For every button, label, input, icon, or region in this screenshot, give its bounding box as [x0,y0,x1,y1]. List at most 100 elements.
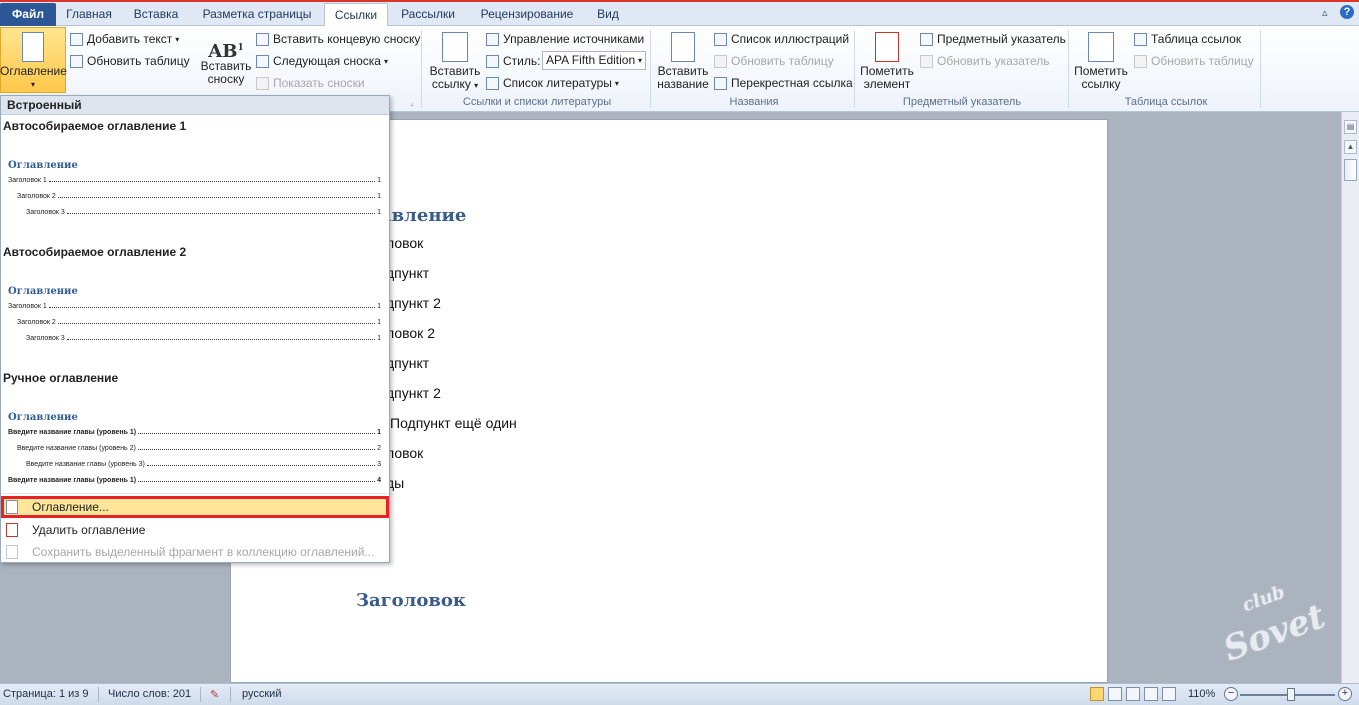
manage-sources-label: Управление источниками [503,32,645,46]
preview-line: Введите название главы (уровень 2) 2 [17,445,381,452]
insert-table-of-figures-button[interactable]: Список иллюстраций [714,32,849,46]
tab-view[interactable]: Вид [588,3,628,26]
update-figures-table-button[interactable]: Обновить таблицу [714,54,834,68]
insert-footnote-label-2: сноску [207,72,245,86]
document-heading: Заголовок [356,590,466,611]
update-authorities-icon [1134,54,1147,68]
tab-home[interactable]: Главная [58,3,120,26]
tab-references[interactable]: Ссылки [324,3,388,27]
save-selection-label: Сохранить выделенный фрагмент в коллекци… [32,545,375,559]
citation-style-select[interactable]: APA Fifth Edition ▾ [542,51,646,70]
show-notes-icon [256,76,269,90]
zoom-level[interactable]: 110% [1188,688,1215,700]
next-footnote-button[interactable]: Следующая сноска ▾ [256,54,388,68]
toc-entry: Подпункт ещё один [390,415,517,431]
insert-citation-button[interactable]: Вставить ссылку ▾ [426,32,484,92]
toc-button-content[interactable]: Оглавление ▾ [0,32,67,91]
language-indicator[interactable]: русский [242,688,281,700]
style-label: Стиль: [486,54,540,68]
tab-mailings[interactable]: Рассылки [390,3,466,26]
insert-footnote-button[interactable]: AB1 Вставить сноску [198,36,254,86]
vertical-scrollbar[interactable]: ▤ ▲ [1341,112,1359,683]
print-layout-view-icon[interactable] [1090,687,1104,701]
manage-sources-button[interactable]: Управление источниками [486,32,644,46]
bibliography-button[interactable]: Список литературы ▾ [486,76,619,90]
scroll-up-icon[interactable]: ▲ [1344,140,1357,154]
chevron-down-icon: ▾ [637,56,642,65]
toc-entry: дпункт 2 [386,385,441,401]
chevron-down-icon: ▾ [614,78,619,88]
update-authorities-label: Обновить таблицу [1151,54,1254,68]
insert-endnote-label: Вставить концевую сноску [273,32,421,46]
insert-index-icon [920,32,933,46]
preview-line: Заголовок 21 [17,319,381,326]
chevron-down-icon: ▾ [383,56,388,66]
insert-caption-button[interactable]: Вставить название [654,32,712,91]
update-toc-button[interactable]: Обновить таблицу [70,54,190,68]
style-label-text: Стиль: [503,54,541,68]
toc-entry: ловок [386,445,424,461]
status-separator [230,687,231,702]
index-group-label: Предметный указатель [902,96,1022,108]
remove-toc-icon [6,523,18,537]
spellcheck-icon[interactable]: ✎ [210,688,219,701]
zoom-out-icon[interactable]: − [1224,687,1238,701]
insert-endnote-button[interactable]: Вставить концевую сноску [256,32,420,46]
custom-toc-command[interactable]: Оглавление... [1,496,389,518]
update-table-icon [714,54,727,68]
remove-toc-label: Удалить оглавление [32,523,146,537]
preview-line: Введите название главы (уровень 3) 3 [26,461,381,468]
ruler-toggle-icon[interactable]: ▤ [1344,120,1357,134]
zoom-in-icon[interactable]: + [1338,687,1352,701]
tab-insert[interactable]: Вставка [122,3,190,26]
toc-entry: ловок 2 [386,325,435,341]
insert-caption-label-2: название [657,77,709,91]
next-footnote-label: Следующая сноска [273,54,381,68]
toc-entry: ловок [386,235,424,251]
cross-reference-button[interactable]: Перекрестная ссылка [714,76,853,90]
remove-toc-command[interactable]: Удалить оглавление [1,519,389,541]
bibliography-icon [486,76,499,90]
show-notes-label: Показать сноски [273,76,365,90]
show-notes-button[interactable]: Показать сноски [256,76,365,90]
toc-entry: дпункт [386,265,430,281]
update-authorities-button[interactable]: Обновить таблицу [1134,54,1254,68]
toc-button-label: Оглавление [0,64,67,78]
preview-line: Заголовок 11 [8,303,381,310]
outline-view-icon[interactable] [1144,687,1158,701]
dialog-launcher-icon[interactable]: ⌟ [410,98,414,107]
full-screen-reading-view-icon[interactable] [1108,687,1122,701]
toc-entry: дпункт [386,355,430,371]
toc-gallery-item-auto2[interactable]: Автособираемое оглавление 2 Оглавление З… [1,242,389,366]
toc-entry: дпункт 2 [386,295,441,311]
authorities-group-label: Таблица ссылок [1124,96,1208,108]
mark-entry-button[interactable]: Пометить элемент [858,32,916,91]
toc-icon [22,32,44,62]
word-count[interactable]: Число слов: 201 [108,688,191,700]
zoom-slider-thumb[interactable] [1287,688,1295,701]
mark-citation-button[interactable]: Пометить ссылку [1072,32,1130,91]
tab-page-layout[interactable]: Разметка страницы [192,3,322,26]
scroll-thumb[interactable] [1344,159,1357,181]
toc-gallery-item-manual[interactable]: Ручное оглавление Оглавление Введите наз… [1,368,389,492]
update-index-button[interactable]: Обновить указатель [920,54,1050,68]
insert-index-button[interactable]: Предметный указатель [920,32,1066,46]
page-count[interactable]: Страница: 1 из 9 [3,688,89,700]
web-layout-view-icon[interactable] [1126,687,1140,701]
mark-entry-icon [875,32,899,62]
status-separator [200,687,201,702]
table-of-authorities-button[interactable]: Таблица ссылок [1134,32,1241,46]
tab-review[interactable]: Рецензирование [468,3,586,26]
citations-group-label: Ссылки и списки литературы [462,96,612,108]
draft-view-icon[interactable] [1162,687,1176,701]
tab-file[interactable]: Файл [0,3,56,26]
save-selection-command[interactable]: Сохранить выделенный фрагмент в коллекци… [1,541,389,563]
mark-citation-label-2: ссылку [1081,77,1121,91]
citation-style-value: APA Fifth Edition [546,53,636,67]
group-separator [650,30,651,108]
minimize-ribbon-icon[interactable]: ▵ [1322,6,1328,19]
mark-citation-icon [1088,32,1114,62]
toc-gallery-item-auto1[interactable]: Автособираемое оглавление 1 Оглавление З… [1,116,389,240]
help-icon[interactable]: ? [1340,5,1354,19]
add-text-button[interactable]: Добавить текст ▾ [70,32,179,46]
